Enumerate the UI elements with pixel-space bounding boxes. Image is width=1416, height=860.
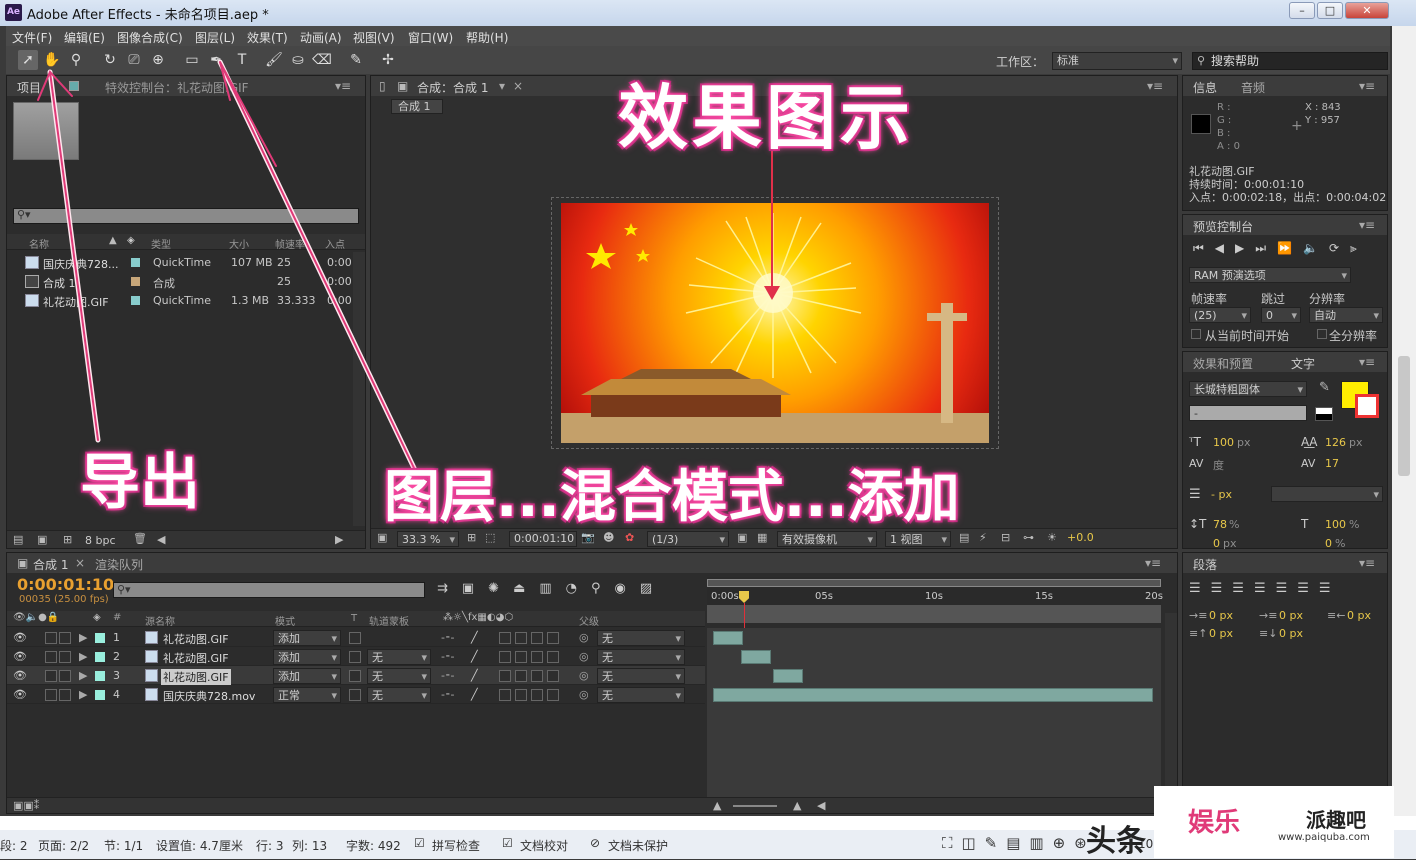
annotation-effect-preview: 效果图示 (618, 77, 914, 159)
proofread-icon: ☑ (502, 836, 513, 850)
view-mode-icons[interactable]: ⛶◫✎▤▥⊕⊛ (942, 834, 1096, 852)
status-section: 段: 2 (0, 839, 28, 853)
watermark-logo: 娱乐 派趣吧 www.paiquba.com (1154, 786, 1394, 858)
protect-icon: ⊘ (590, 836, 601, 850)
watermark-toutiao: 头条 (1086, 824, 1146, 859)
status-bar: 段: 2 页面: 2/2 节: 1/1 设置值: 4.7厘米 行: 3 列: 1… (0, 786, 1416, 859)
annotation-layer-blend-mode: 图层...混合模式...添加 (384, 465, 960, 530)
status-spell-check[interactable]: 拼写检查 (432, 837, 480, 854)
watermark-brand: 派趣吧 (1306, 808, 1366, 832)
status-position: 设置值: 4.7厘米 (156, 839, 243, 853)
status-section-num: 节: 1/1 (104, 839, 144, 853)
status-line: 行: 3 (256, 839, 284, 853)
status-protection[interactable]: 文档未保护 (608, 837, 668, 854)
watermark-url: www.paiquba.com (1278, 832, 1370, 843)
status-column: 列: 13 (292, 839, 328, 853)
annotation-export: 导出 (80, 448, 200, 518)
status-word-count[interactable]: 字数: 492 (346, 837, 401, 854)
spell-check-icon: ☑ (414, 836, 425, 850)
watermark-logo-mark: 娱乐 (1188, 808, 1241, 838)
status-proofread[interactable]: 文档校对 (520, 837, 568, 854)
status-page[interactable]: 页面: 2/2 (38, 837, 89, 854)
